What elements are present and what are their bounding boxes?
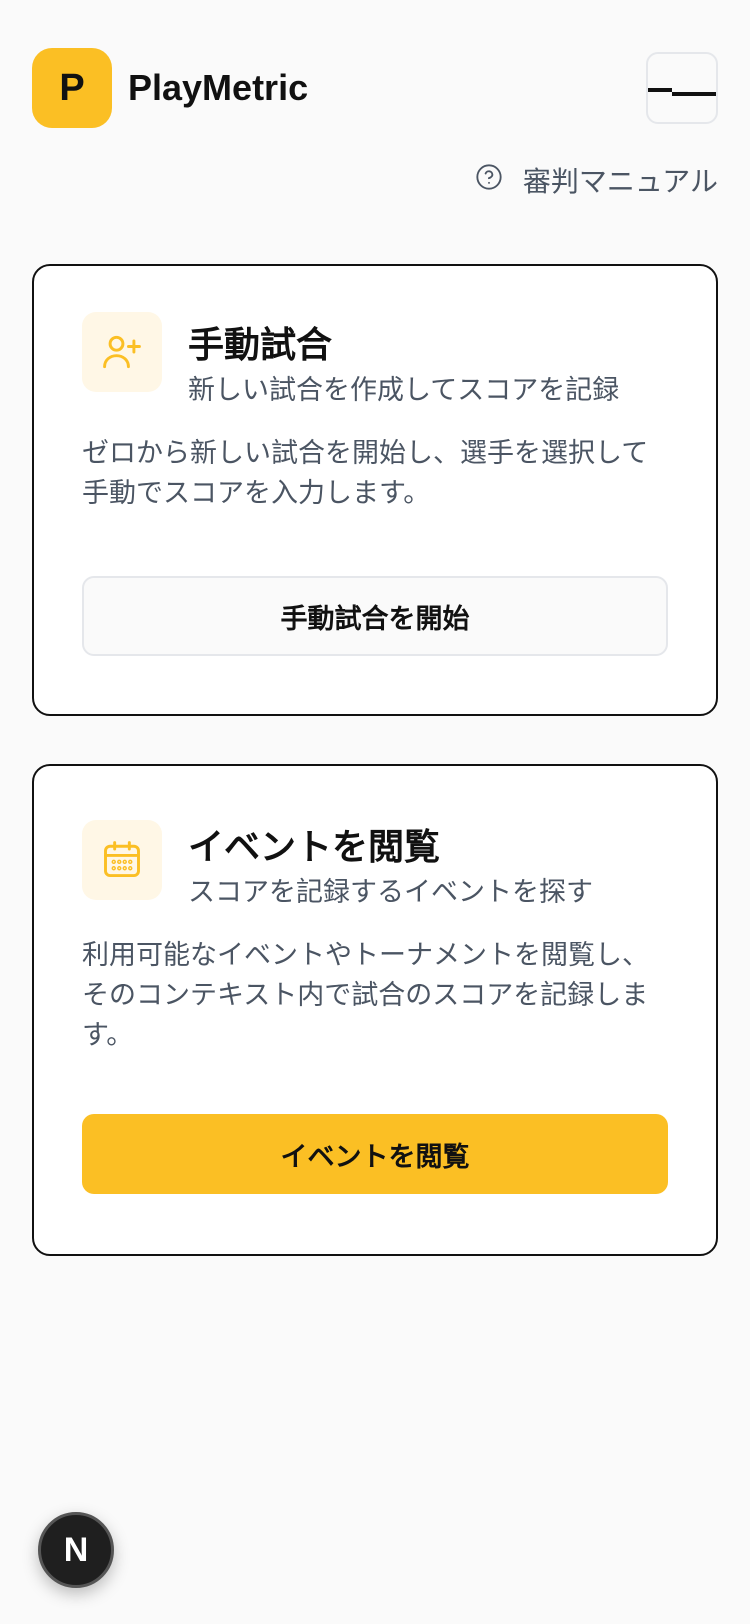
browse-events-button[interactable]: イベントを閲覧 <box>82 1114 668 1194</box>
question-circle-icon <box>475 163 503 198</box>
browse-events-card: イベントを閲覧 スコアを記録するイベントを探す 利用可能なイベントやトーナメント… <box>32 764 718 1256</box>
logo[interactable]: P <box>32 48 112 128</box>
card-description: 利用可能なイベントやトーナメントを閲覧し、そのコンテキスト内で試合のスコアを記録… <box>82 940 649 1051</box>
card-description: ゼロから新しい試合を開始し、選手を選択して手動でスコアを入力します。 <box>82 438 649 509</box>
button-label: イベントを閲覧 <box>280 1141 470 1173</box>
card-subtitle: 新しい試合を作成してスコアを記録 <box>188 375 620 406</box>
menu-button[interactable] <box>646 52 718 124</box>
card-title: イベントを閲覧 <box>188 827 441 868</box>
card-title: 手動試合 <box>188 325 333 366</box>
start-manual-match-button[interactable]: 手動試合を開始 <box>82 576 668 656</box>
logo-letter: P <box>59 66 85 109</box>
button-label: 手動試合を開始 <box>280 603 470 635</box>
referee-manual-link[interactable]: 審判マニュアル <box>475 160 718 200</box>
referee-manual-label: 審判マニュアル <box>522 165 718 198</box>
user-plus-icon <box>82 312 162 392</box>
manual-match-card: 手動試合 新しい試合を作成してスコアを記録 ゼロから新しい試合を開始し、選手を選… <box>32 264 718 716</box>
dev-tools-badge[interactable]: N <box>38 1512 114 1588</box>
calendar-icon <box>82 820 162 900</box>
card-subtitle: スコアを記録するイベントを探す <box>188 877 593 908</box>
app-header: P PlayMetric <box>0 0 750 150</box>
dev-badge-letter: N <box>63 1530 89 1569</box>
brand-name[interactable]: PlayMetric <box>128 64 308 112</box>
